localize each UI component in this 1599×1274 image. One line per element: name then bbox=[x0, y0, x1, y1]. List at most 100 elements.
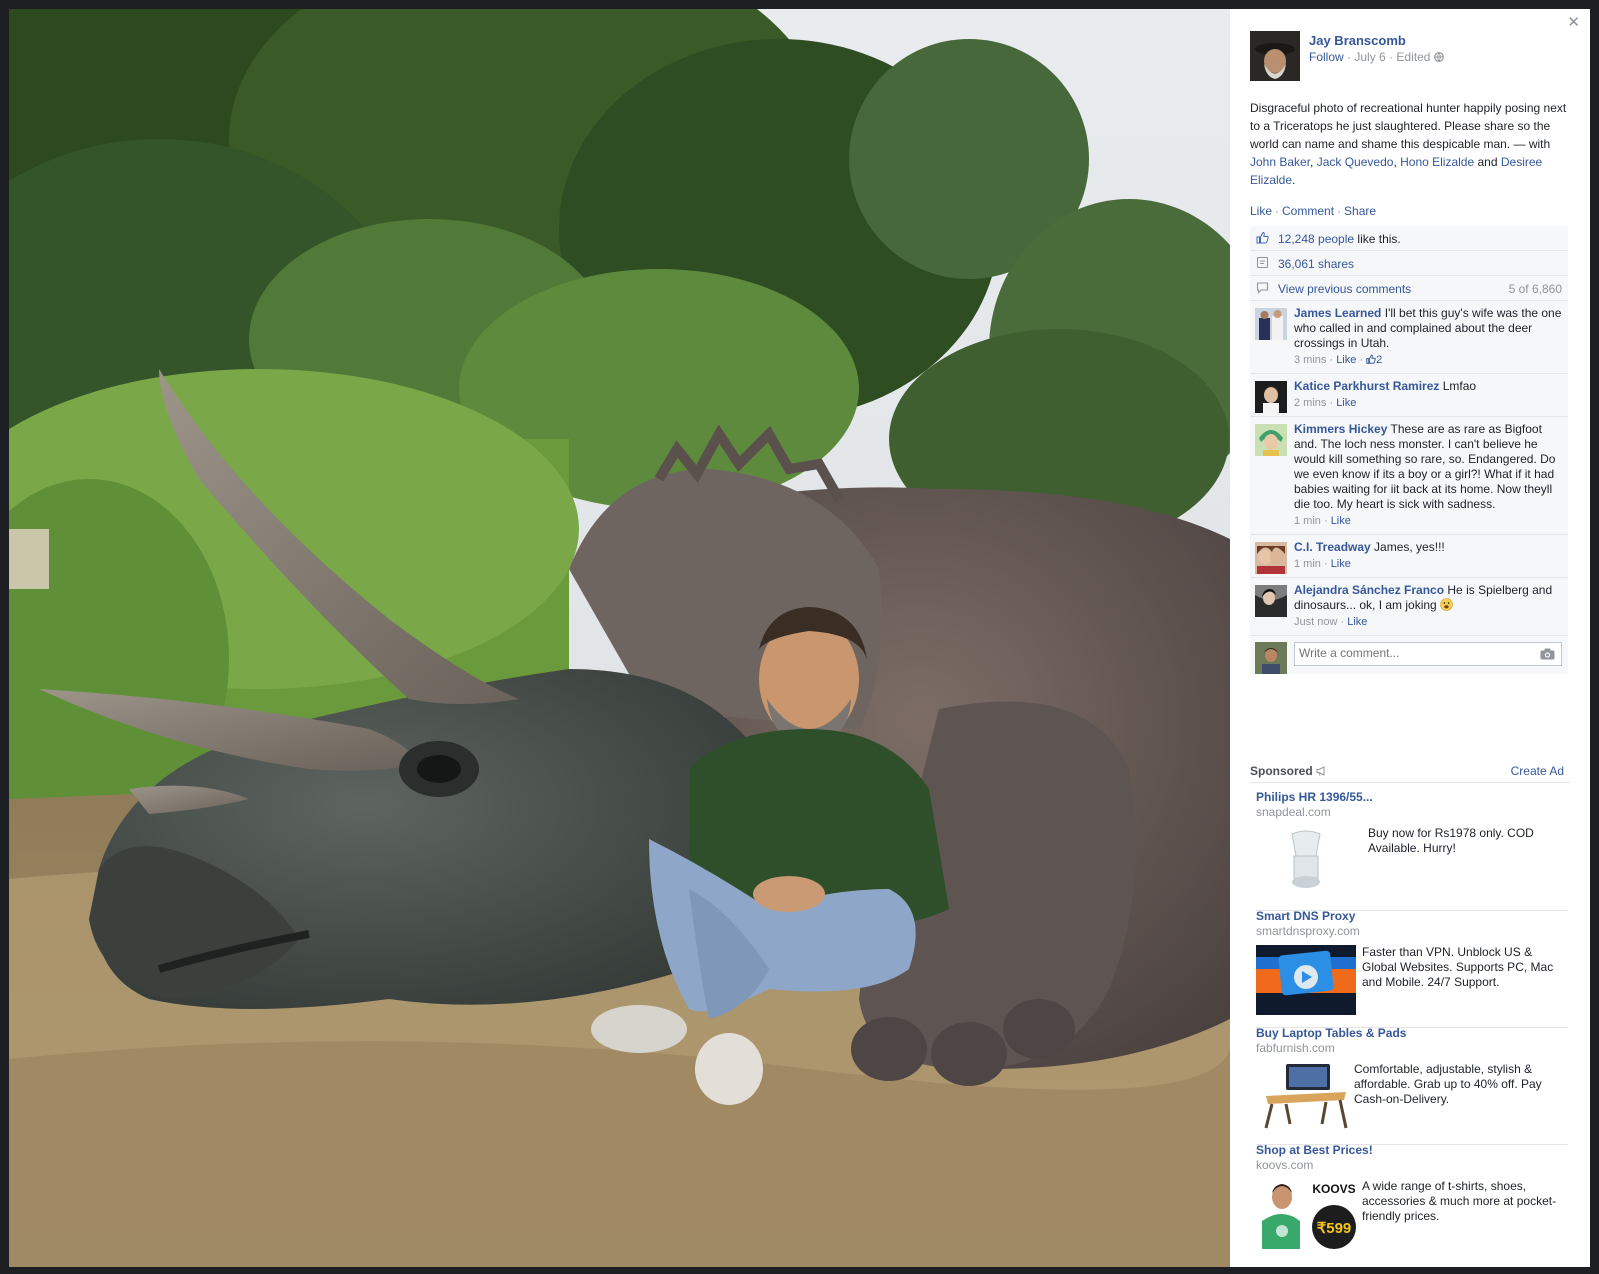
ad-item[interactable]: Shop at Best Prices! koovs.com ₹599 KOOV… bbox=[1256, 1143, 1568, 1263]
comment-like-button[interactable]: Like bbox=[1336, 354, 1356, 366]
ad-item[interactable]: Buy Laptop Tables & Pads fabfurnish.com … bbox=[1256, 1026, 1568, 1145]
shares-row: 36,061 shares bbox=[1250, 251, 1568, 276]
separator: · bbox=[1337, 204, 1342, 218]
likes-suffix: like this. bbox=[1354, 232, 1401, 246]
ad-item[interactable]: Smart DNS Proxy smartdnsproxy.com Faster… bbox=[1256, 909, 1568, 1028]
comment-text: Lmfao bbox=[1442, 379, 1477, 393]
globe-icon bbox=[1433, 50, 1444, 64]
close-icon[interactable]: ✕ bbox=[1567, 13, 1580, 31]
comment-input[interactable] bbox=[1295, 643, 1533, 663]
megaphone-icon bbox=[1316, 764, 1328, 778]
comment-time[interactable]: 1 min bbox=[1294, 558, 1321, 570]
comment-time[interactable]: Just now bbox=[1294, 616, 1337, 628]
post-header: Jay Branscomb Follow · July 6 · Edited bbox=[1250, 31, 1580, 83]
ad-image[interactable] bbox=[1256, 1062, 1356, 1132]
ad-image[interactable]: ₹599 KOOVS bbox=[1256, 1179, 1356, 1249]
post-photo[interactable] bbox=[9, 9, 1230, 1267]
ad-title[interactable]: Buy Laptop Tables & Pads bbox=[1256, 1026, 1568, 1040]
comment-bubble-icon bbox=[1256, 281, 1269, 294]
post-body: Disgraceful photo of recreational hunter… bbox=[1250, 101, 1567, 151]
author-avatar[interactable] bbox=[1250, 31, 1300, 81]
comment-like-button[interactable]: Like bbox=[1336, 397, 1356, 409]
author-name[interactable]: Jay Branscomb bbox=[1309, 33, 1406, 48]
feedback-section: 12,248 people like this. 36,061 shares V… bbox=[1250, 226, 1568, 674]
ad-description: Faster than VPN. Unblock US & Global Web… bbox=[1362, 945, 1554, 989]
commenter-avatar[interactable] bbox=[1255, 424, 1287, 456]
comment-meta: 2 mins · Like bbox=[1294, 397, 1357, 409]
tag-link[interactable]: Hono Elizalde bbox=[1400, 155, 1474, 169]
post-detail-panel: ✕ Jay Branscomb Follow · July 6 · Edited… bbox=[1230, 9, 1590, 1267]
divider bbox=[1250, 782, 1570, 783]
comment-count: 5 of 6,860 bbox=[1508, 282, 1562, 296]
commenter-name[interactable]: C.I. Treadway bbox=[1294, 540, 1371, 554]
ad-item[interactable]: Philips HR 1396/55... snapdeal.com Buy n… bbox=[1256, 790, 1568, 911]
emoji-icon bbox=[1440, 598, 1453, 612]
sponsored-label: Sponsored bbox=[1250, 764, 1313, 778]
ad-domain: smartdnsproxy.com bbox=[1256, 924, 1360, 938]
triceratops-photo bbox=[9, 9, 1230, 1267]
sponsored-header: Sponsored Create Ad bbox=[1250, 764, 1570, 778]
commenter-avatar[interactable] bbox=[1255, 585, 1287, 617]
comment-text: James, yes!!! bbox=[1374, 540, 1445, 554]
comment-item: James Learned I'll bet this guy's wife w… bbox=[1250, 301, 1568, 374]
commenter-avatar[interactable] bbox=[1255, 542, 1287, 574]
thumbs-up-icon bbox=[1256, 231, 1269, 244]
post-actions: Like · Comment · Share bbox=[1250, 204, 1376, 218]
tag-separator: . bbox=[1292, 173, 1296, 187]
tag-separator: and bbox=[1474, 155, 1501, 169]
separator: · bbox=[1275, 204, 1280, 218]
camera-icon[interactable] bbox=[1540, 647, 1555, 660]
comment-like-button[interactable]: Like bbox=[1347, 616, 1367, 628]
post-meta: Follow · July 6 · Edited bbox=[1309, 50, 1444, 64]
comment-button[interactable]: Comment bbox=[1282, 204, 1334, 218]
ad-price: ₹599 bbox=[1317, 1220, 1352, 1237]
viewer-avatar[interactable] bbox=[1255, 642, 1287, 674]
thumbs-up-icon bbox=[1366, 354, 1376, 366]
view-previous-comments-link[interactable]: View previous comments bbox=[1278, 282, 1411, 296]
create-ad-link[interactable]: Create Ad bbox=[1511, 764, 1564, 778]
ad-description: Comfortable, adjustable, stylish & affor… bbox=[1354, 1062, 1542, 1106]
ad-description: Buy now for Rs1978 only. COD Available. … bbox=[1368, 826, 1534, 855]
comment-like-count[interactable]: 2 bbox=[1366, 354, 1382, 366]
comment-like-button[interactable]: Like bbox=[1331, 558, 1351, 570]
write-comment-row bbox=[1250, 636, 1568, 674]
comment-time[interactable]: 1 min bbox=[1294, 515, 1321, 527]
comment-item: Katice Parkhurst Ramirez Lmfao 2 mins · … bbox=[1250, 374, 1568, 417]
post-date[interactable]: July 6 bbox=[1354, 50, 1385, 64]
comment-time[interactable]: 2 mins bbox=[1294, 397, 1326, 409]
likes-count-link[interactable]: 12,248 people bbox=[1278, 232, 1354, 246]
follow-link[interactable]: Follow bbox=[1309, 50, 1344, 64]
commenter-name[interactable]: Kimmers Hickey bbox=[1294, 422, 1387, 436]
ad-title[interactable]: Smart DNS Proxy bbox=[1256, 909, 1568, 923]
share-button[interactable]: Share bbox=[1344, 204, 1376, 218]
likes-row: 12,248 people like this. bbox=[1250, 226, 1568, 251]
ad-image[interactable] bbox=[1256, 945, 1356, 1015]
comment-item: Kimmers Hickey These are as rare as Bigf… bbox=[1250, 417, 1568, 535]
ad-title[interactable]: Philips HR 1396/55... bbox=[1256, 790, 1568, 804]
share-icon bbox=[1256, 256, 1269, 269]
comment-meta: 1 min · Like bbox=[1294, 558, 1351, 570]
commenter-avatar[interactable] bbox=[1255, 308, 1287, 340]
like-button[interactable]: Like bbox=[1250, 204, 1272, 218]
ad-domain: snapdeal.com bbox=[1256, 805, 1331, 819]
ad-brand: KOOVS bbox=[1312, 1182, 1355, 1196]
comment-item: C.I. Treadway James, yes!!! 1 min · Like bbox=[1250, 535, 1568, 578]
edited-label[interactable]: Edited bbox=[1396, 50, 1430, 64]
comment-time[interactable]: 3 mins bbox=[1294, 354, 1326, 366]
ad-title[interactable]: Shop at Best Prices! bbox=[1256, 1143, 1568, 1157]
tag-link[interactable]: John Baker bbox=[1250, 155, 1310, 169]
comment-meta: 3 mins · Like · 2 bbox=[1294, 354, 1383, 366]
commenter-name[interactable]: Katice Parkhurst Ramirez bbox=[1294, 379, 1439, 393]
ad-domain: fabfurnish.com bbox=[1256, 1041, 1335, 1055]
post-text: Disgraceful photo of recreational hunter… bbox=[1250, 99, 1572, 189]
comment-like-button[interactable]: Like bbox=[1331, 515, 1351, 527]
tag-separator: , bbox=[1310, 155, 1317, 169]
ad-domain: koovs.com bbox=[1256, 1158, 1314, 1172]
commenter-name[interactable]: Alejandra Sánchez Franco bbox=[1294, 583, 1444, 597]
tag-link[interactable]: Jack Quevedo bbox=[1317, 155, 1394, 169]
commenter-avatar[interactable] bbox=[1255, 381, 1287, 413]
commenter-name[interactable]: James Learned bbox=[1294, 306, 1381, 320]
comment-item: Alejandra Sánchez Franco He is Spielberg… bbox=[1250, 578, 1568, 636]
shares-link[interactable]: 36,061 shares bbox=[1278, 257, 1354, 271]
ad-image[interactable] bbox=[1256, 826, 1356, 896]
